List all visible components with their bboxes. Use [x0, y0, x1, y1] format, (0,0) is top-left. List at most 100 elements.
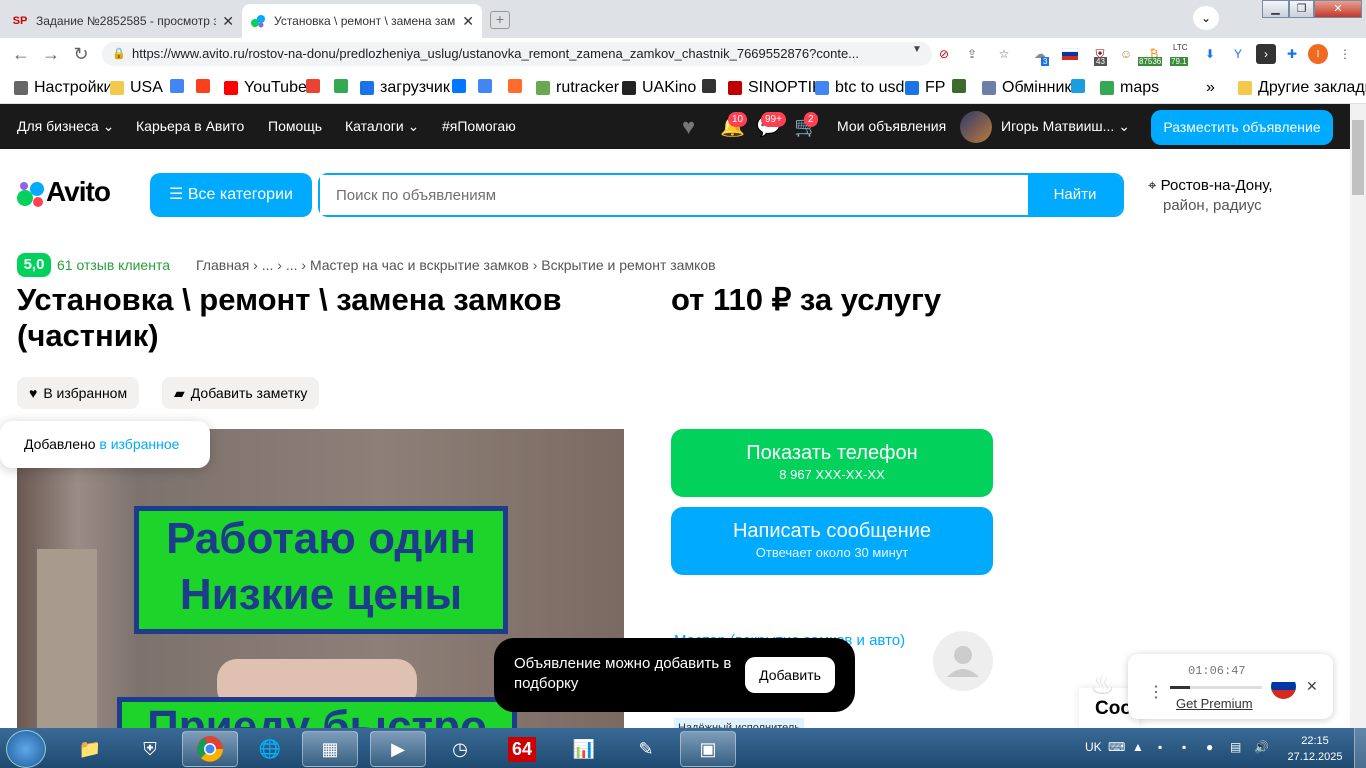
system-clock[interactable]: 22:15 27.12.2025 — [1280, 733, 1350, 765]
bookmark-15[interactable]: btc to usd — [815, 79, 904, 97]
bookmark-22[interactable]: Другие закладки — [1238, 79, 1366, 97]
seller-avatar[interactable] — [933, 631, 993, 691]
media-app-icon[interactable]: ▶ — [370, 731, 426, 767]
scrollbar-thumb[interactable] — [1352, 120, 1364, 195]
bookmark-5[interactable] — [306, 79, 326, 93]
keyboard-icon[interactable]: ⌨ — [1108, 740, 1125, 754]
bookmark-8[interactable] — [452, 79, 472, 93]
maximize-icon[interactable]: ❐ — [1289, 0, 1314, 18]
add-to-collection-button[interactable]: Добавить — [745, 657, 835, 693]
bookmark-16[interactable]: FP — [905, 79, 945, 97]
user-avatar[interactable] — [960, 111, 992, 143]
tray-green-icon[interactable]: ▪ — [1182, 740, 1186, 754]
post-ad-button[interactable]: Разместить объявление — [1151, 110, 1333, 145]
avito-logo[interactable]: Avito — [16, 176, 111, 208]
bookmark-1[interactable]: USA — [110, 79, 163, 97]
puzzle-icon[interactable]: ✚ — [1282, 44, 1302, 64]
find-button[interactable]: Найти — [1028, 175, 1122, 215]
v-ext-icon[interactable]: Y — [1228, 44, 1248, 64]
write-message-button[interactable]: Написать сообщение Отвечает около 30 мин… — [671, 507, 993, 575]
bookmark-star-icon[interactable]: ☆ — [994, 44, 1014, 64]
bookmark-18[interactable]: Обмінник — [982, 79, 1071, 97]
ru-flag-icon[interactable] — [1060, 44, 1080, 64]
breadcrumb[interactable]: Главная › ... › ... › Мастер на час и вс… — [196, 257, 716, 273]
russia-flag-icon[interactable] — [1271, 674, 1296, 699]
widget-close-icon[interactable]: ✕ — [1306, 678, 1318, 695]
explorer-icon[interactable]: 📁 — [62, 731, 118, 767]
share-icon[interactable]: ⇪ — [962, 44, 982, 64]
bookmark-4[interactable]: YouTube — [224, 79, 307, 97]
new-tab-button[interactable]: + — [490, 11, 510, 29]
network-icon[interactable]: ▤ — [1230, 740, 1241, 754]
globe-app-icon[interactable]: 🌐 — [242, 731, 298, 767]
reviews-link[interactable]: 61 отзыв клиента — [57, 257, 170, 273]
terminal-app-icon[interactable]: ▣ — [680, 731, 736, 767]
heart-icon[interactable]: ♥ — [682, 114, 695, 140]
address-bar[interactable]: 🔒 https://www.avito.ru/rostov-na-donu/pr… — [102, 42, 932, 66]
menu-dots-icon[interactable]: ⋮ — [1335, 44, 1355, 64]
close-tab-icon[interactable]: ✕ — [222, 13, 234, 30]
calculator-app-icon[interactable]: ▦ — [302, 731, 358, 767]
reload-icon[interactable]: ↻ — [70, 44, 92, 65]
clock-app-icon[interactable]: ◷ — [432, 731, 488, 767]
url-dropdown-icon[interactable]: ▼ — [912, 44, 922, 55]
close-tab-icon[interactable]: ✕ — [462, 13, 474, 30]
language-indicator[interactable]: UK — [1085, 740, 1102, 754]
tab-task[interactable]: SP Задание №2852585 - просмотр з ✕ — [4, 4, 242, 38]
back-icon[interactable]: ← — [10, 44, 32, 65]
favorites-link[interactable]: в избранное — [99, 436, 179, 452]
notepad-app-icon[interactable]: ✎ — [618, 731, 674, 767]
tray-app-icon[interactable]: ▪ — [1158, 740, 1162, 754]
shield-app-icon[interactable]: ⛨ — [122, 731, 178, 767]
bookmark-7[interactable]: загрузчик — [360, 79, 450, 97]
tray-arrow-icon[interactable]: ▲ — [1132, 740, 1144, 754]
nav-help[interactable]: Помощь — [268, 118, 322, 134]
bookmark-9[interactable] — [478, 79, 498, 93]
bookmark-14[interactable]: SINOPTIK — [728, 79, 823, 97]
bookmark-3[interactable] — [196, 79, 216, 93]
tab-search-icon[interactable]: ⌄ — [1193, 6, 1219, 30]
nav-career[interactable]: Карьера в Авито — [136, 118, 244, 134]
widget-menu-icon[interactable]: ⋮ — [1148, 682, 1164, 702]
bookmark-17[interactable] — [952, 79, 972, 93]
bookmark-10[interactable] — [508, 79, 528, 93]
tab-avito[interactable]: Установка \ ремонт \ замена зам ✕ — [242, 4, 482, 38]
face-ext-icon[interactable]: ☺ — [1116, 44, 1136, 64]
user-menu[interactable]: Игорь Матвииш... ⌄ — [1001, 118, 1130, 135]
download-icon[interactable]: ⬇ — [1200, 44, 1220, 64]
search-input[interactable] — [320, 175, 1028, 215]
bookmark-2[interactable] — [170, 79, 190, 93]
show-desktop-button[interactable] — [1354, 728, 1366, 768]
bookmark-0[interactable]: Настройки — [14, 79, 112, 97]
nav-catalogs[interactable]: Каталоги ⌄ — [345, 118, 419, 135]
app-64-icon[interactable]: 64 — [494, 731, 550, 767]
minimize-icon[interactable]: ▁ — [1262, 0, 1289, 18]
my-ads-link[interactable]: Мои объявления — [837, 118, 946, 134]
favorite-button[interactable]: ♥ В избранном — [17, 377, 140, 409]
bookmark-12[interactable]: UAKino — [622, 79, 696, 97]
window-close-icon[interactable]: ✕ — [1314, 0, 1362, 18]
blocked-icon[interactable]: ⊘ — [934, 44, 954, 64]
volume-icon[interactable]: 🔊 — [1254, 740, 1269, 754]
start-button[interactable] — [6, 730, 46, 768]
bookmark-19[interactable] — [1071, 79, 1091, 93]
bookmark-21[interactable]: » — [1206, 79, 1215, 97]
bookmark-6[interactable] — [334, 79, 354, 93]
show-phone-button[interactable]: Показать телефон 8 967 XXX-XX-XX — [671, 429, 993, 497]
location-selector[interactable]: ⌖ Ростов-на-Дону, район, радиус — [1148, 176, 1273, 216]
forward-icon[interactable]: → — [40, 44, 62, 65]
all-categories-button[interactable]: ☰ Все категории — [150, 173, 312, 217]
profile-avatar[interactable]: I — [1308, 44, 1328, 64]
nav-ihelp[interactable]: #яПомогаю — [442, 118, 516, 134]
chart-app-icon[interactable]: 📊 — [556, 731, 612, 767]
add-note-button[interactable]: ▰ Добавить заметку — [162, 377, 320, 409]
nav-business[interactable]: Для бизнеса ⌄ — [17, 118, 114, 135]
tray-color-icon[interactable]: ● — [1206, 740, 1213, 754]
get-premium-link[interactable]: Get Premium — [1176, 696, 1253, 711]
bookmark-13[interactable] — [702, 79, 722, 93]
chrome-taskbar-icon[interactable] — [182, 731, 238, 767]
scrollbar[interactable] — [1350, 104, 1366, 728]
bookmark-20[interactable]: maps — [1100, 79, 1159, 97]
bookmark-11[interactable]: rutracker — [536, 79, 619, 97]
arrow-ext-icon[interactable]: › — [1256, 44, 1276, 64]
